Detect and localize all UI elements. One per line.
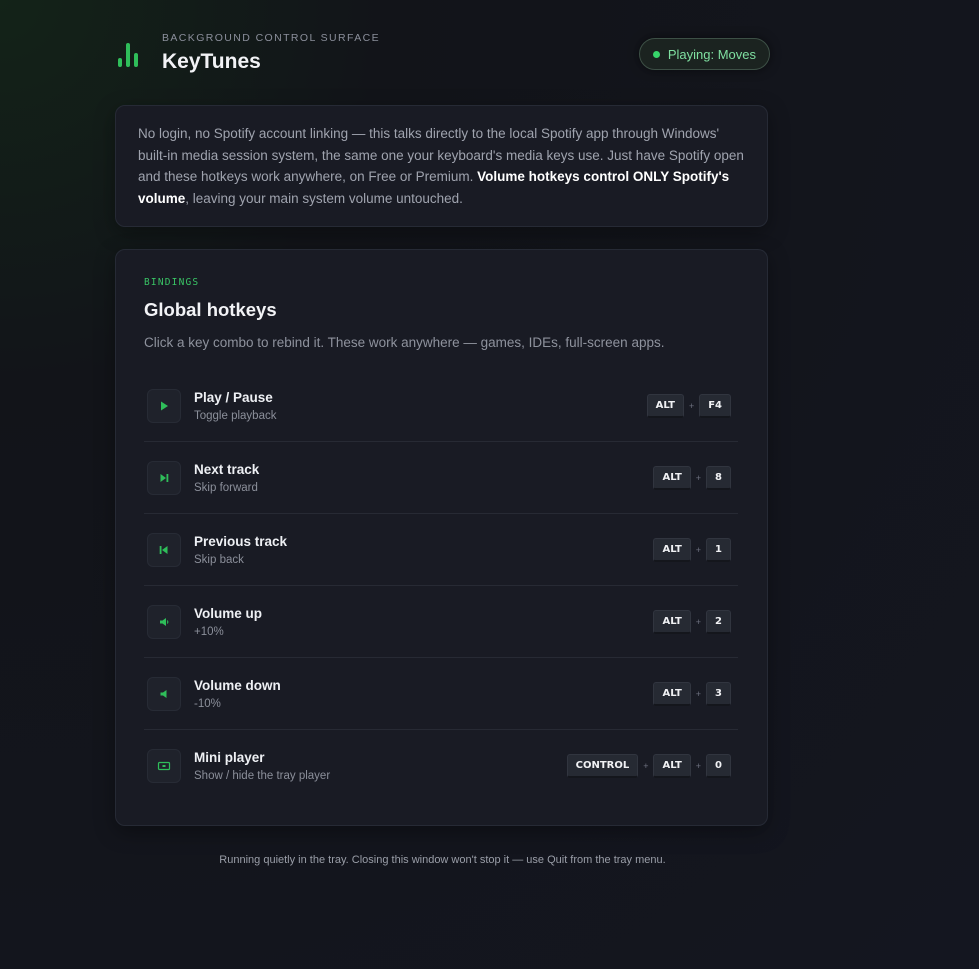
hotkey-description: Skip back [194,554,244,566]
now-playing-status-badge: Playing: Moves [638,38,770,70]
app-eyebrow: BACKGROUND CONTROL SURFACE [162,32,381,44]
key-cap: 3 [706,682,731,706]
hotkey-label: Volume up [194,606,263,621]
now-playing-label: Playing: Moves [667,46,756,62]
skip-back-icon [147,533,181,567]
key-cap: F4 [699,394,731,418]
section-tag: BINDINGS [144,277,200,288]
app-title: KeyTunes [162,50,261,73]
hotkey-list: Play / Pause Toggle playback ALT + F4 Ne… [144,370,738,802]
hotkey-label: Volume down [194,678,281,693]
hotkey-label: Mini player [194,750,265,765]
status-dot-icon [652,50,660,58]
hotkey-row-next-track: Next track Skip forward ALT + 8 [144,442,738,514]
key-combo-mini-player[interactable]: CONTROL + ALT + 0 [566,754,731,778]
section-title: Global hotkeys [144,299,277,320]
bindings-card: BINDINGS Global hotkeys Click a key comb… [115,249,768,826]
key-combo-volume-up[interactable]: ALT + 2 [653,610,731,634]
info-text-end: , leaving your main system volume untouc… [185,190,463,206]
key-separator: + [695,761,702,771]
equalizer-logo-icon [118,43,144,67]
key-cap: 1 [706,538,731,562]
hotkey-row-previous-track: Previous track Skip back ALT + 1 [144,514,738,586]
hotkey-description: -10% [194,698,221,710]
mini-player-icon [147,749,181,783]
hotkey-label: Previous track [194,534,288,549]
key-cap: 2 [706,610,731,634]
hotkey-description: Toggle playback [194,410,277,422]
hotkey-row-play-pause: Play / Pause Toggle playback ALT + F4 [144,370,738,442]
key-cap: ALT [653,610,691,634]
volume-up-icon [147,605,181,639]
hotkey-row-volume-up: Volume up +10% ALT + 2 [144,586,738,658]
skip-forward-icon [147,461,181,495]
key-cap: ALT [653,466,691,490]
info-card: No login, no Spotify account linking — t… [115,105,768,227]
key-cap: ALT [653,538,691,562]
app-container: BACKGROUND CONTROL SURFACE KeyTunes Play… [115,0,770,866]
key-separator: + [688,401,695,411]
key-cap: ALT [653,754,691,778]
hotkey-row-volume-down: Volume down -10% ALT + 3 [144,658,738,730]
key-cap: CONTROL [566,754,639,778]
hotkey-description: +10% [194,626,224,638]
key-combo-volume-down[interactable]: ALT + 3 [653,682,731,706]
volume-down-icon [147,677,181,711]
key-combo-next-track[interactable]: ALT + 8 [653,466,731,490]
key-separator: + [695,545,702,555]
app-header: BACKGROUND CONTROL SURFACE KeyTunes Play… [115,0,770,105]
section-description: Click a key combo to rebind it. These wo… [144,335,665,350]
play-icon [147,389,181,423]
key-separator: + [643,761,649,771]
key-combo-play-pause[interactable]: ALT + F4 [646,394,731,418]
key-separator: + [695,473,702,483]
hotkey-label: Next track [194,462,260,477]
hotkey-label: Play / Pause [194,390,273,405]
key-combo-previous-track[interactable]: ALT + 1 [653,538,731,562]
key-separator: + [695,617,702,627]
key-cap: ALT [653,682,691,706]
hotkey-description: Show / hide the tray player [194,770,331,782]
key-cap: 8 [706,466,731,490]
key-separator: + [695,689,702,699]
key-cap: 0 [706,754,731,778]
hotkey-row-mini-player: Mini player Show / hide the tray player … [144,730,738,802]
hotkey-description: Skip forward [194,482,258,494]
footer-note: Running quietly in the tray. Closing thi… [219,854,666,866]
key-cap: ALT [646,394,684,418]
